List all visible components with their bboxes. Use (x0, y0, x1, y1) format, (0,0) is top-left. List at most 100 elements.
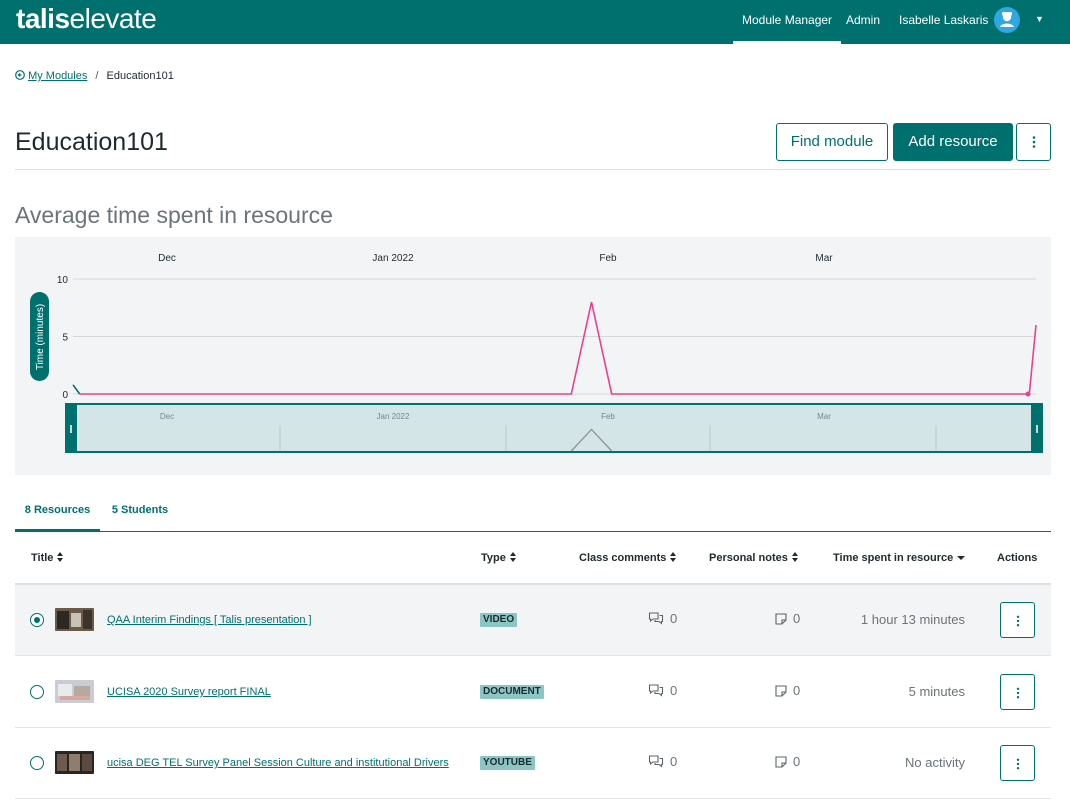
table-row[interactable]: QAA Interim Findings [ Talis presentatio… (15, 585, 1051, 656)
note-icon (775, 756, 787, 768)
sort-icon (509, 552, 516, 562)
sort-icon (670, 552, 677, 562)
y-axis-label: Time (minutes) (35, 304, 46, 370)
tab-resources[interactable]: 8 Resources (15, 497, 100, 532)
back-arrow-icon (15, 70, 25, 80)
resource-thumbnail (55, 608, 94, 631)
class-comments-value: 0 (670, 611, 678, 626)
resource-type-badge: VIDEO (480, 613, 518, 627)
nav-module-manager[interactable]: Module Manager (742, 12, 832, 28)
vertical-dots-icon (1016, 615, 1020, 627)
x-tick-label: Mar (815, 253, 833, 264)
personal-notes-count: 0 (775, 683, 800, 699)
column-header-type-label: Type (481, 552, 506, 564)
x-tick-label: Feb (599, 253, 617, 264)
more-options-button[interactable] (1016, 123, 1051, 161)
find-module-button[interactable]: Find module (776, 123, 888, 161)
column-header-time-spent[interactable]: Time spent in resource (833, 551, 966, 565)
navigator-tick-label: Feb (601, 412, 615, 421)
class-comments-value: 0 (670, 683, 678, 698)
chart-panel: 10 5 0 Dec Jan 2022 Feb Mar Time (minutes) Dec Ja… (15, 237, 1051, 475)
resource-title-link[interactable]: ucisa DEG TEL Survey Panel Session Cultu… (107, 756, 449, 770)
breadcrumb: My Modules / Education101 (15, 70, 174, 83)
sort-icon (791, 552, 798, 562)
resource-title-link[interactable]: UCISA 2020 Survey report FINAL (107, 685, 271, 699)
nav-user-name[interactable]: Isabelle Laskaris (899, 12, 988, 28)
resource-type-badge: DOCUMENT (480, 685, 544, 699)
y-tick-label: 10 (57, 275, 69, 286)
nav-active-indicator (733, 41, 841, 44)
resource-type-badge: YOUTUBE (480, 756, 535, 770)
resource-thumbnail (55, 751, 94, 774)
personal-notes-count: 0 (775, 611, 800, 627)
time-spent-value: No activity (905, 755, 965, 770)
personal-notes-count: 0 (775, 754, 800, 770)
y-tick-label: 0 (62, 390, 68, 401)
comments-icon (648, 755, 664, 768)
user-menu-caret-icon[interactable]: ▼ (1035, 14, 1044, 24)
time-spent-chart: 10 5 0 Dec Jan 2022 Feb Mar Time (minutes) Dec Ja… (30, 253, 1043, 453)
sort-descending-icon (957, 556, 966, 560)
breadcrumb-my-modules-link[interactable]: My Modules (28, 70, 87, 82)
row-actions-button[interactable] (1000, 602, 1035, 638)
logo-sub-text: elevate (69, 3, 157, 34)
x-tick-label: Jan 2022 (372, 253, 414, 264)
chart-title: Average time spent in resource (15, 202, 333, 228)
table-row[interactable]: UCISA 2020 Survey report FINAL DOCUMENT … (15, 657, 1051, 728)
top-navigation-bar: taliselevate Module Manager Admin Isabel… (0, 0, 1070, 44)
comments-icon (648, 684, 664, 697)
row-select-radio[interactable] (30, 756, 44, 770)
vertical-dots-icon (1016, 758, 1020, 770)
class-comments-value: 0 (670, 754, 678, 769)
class-comments-count: 0 (648, 683, 677, 699)
time-spent-value: 1 hour 13 minutes (860, 612, 965, 627)
class-comments-count: 0 (648, 754, 677, 770)
table-row[interactable]: ucisa DEG TEL Survey Panel Session Cultu… (15, 728, 1051, 799)
data-point (1025, 391, 1031, 397)
resource-thumbnail (55, 680, 94, 703)
table-header: Title Type Class comments Personal notes… (15, 533, 1051, 585)
note-icon (775, 613, 787, 625)
breadcrumb-separator: / (95, 70, 99, 82)
note-icon (775, 685, 787, 697)
navigator-tick-label: Mar (817, 412, 831, 421)
resource-title-link[interactable]: QAA Interim Findings [ Talis presentatio… (107, 613, 312, 627)
column-header-personal-notes-label: Personal notes (709, 552, 788, 564)
breadcrumb-current: Education101 (106, 70, 174, 82)
series-line (72, 384, 81, 395)
user-avatar-icon[interactable] (994, 7, 1020, 33)
time-spent-value: 5 minutes (908, 684, 965, 699)
row-actions-button[interactable] (1000, 674, 1035, 710)
vertical-dots-icon (1016, 687, 1020, 699)
column-header-actions: Actions (997, 552, 1038, 564)
vertical-dots-icon (1032, 136, 1035, 148)
navigator-tick-label: Jan 2022 (377, 412, 410, 421)
personal-notes-value: 0 (793, 754, 801, 769)
navigator-tick-label: Dec (160, 412, 174, 421)
column-header-title[interactable]: Title (31, 551, 64, 565)
navigator-window (65, 403, 1043, 453)
comments-icon (648, 612, 664, 625)
column-header-type[interactable]: Type (481, 551, 516, 565)
row-select-radio[interactable] (30, 613, 44, 627)
talis-elevate-logo[interactable]: taliselevate (16, 3, 157, 34)
x-tick-label: Dec (158, 253, 176, 264)
row-actions-button[interactable] (1000, 745, 1035, 781)
add-resource-button[interactable]: Add resource (893, 123, 1013, 161)
column-header-title-label: Title (31, 552, 54, 564)
class-comments-count: 0 (648, 611, 677, 627)
y-tick-label: 5 (62, 333, 68, 344)
column-header-class-comments-label: Class comments (579, 552, 667, 564)
tab-students[interactable]: 5 Students (108, 497, 172, 532)
column-header-personal-notes[interactable]: Personal notes (709, 551, 798, 565)
title-divider (15, 169, 1051, 170)
page-title: Education101 (15, 128, 168, 156)
row-select-radio[interactable] (30, 685, 44, 699)
personal-notes-value: 0 (793, 683, 801, 698)
logo-main-text: talis (16, 3, 70, 34)
nav-admin[interactable]: Admin (846, 12, 880, 28)
series-line (79, 301, 1037, 395)
column-header-class-comments[interactable]: Class comments (579, 551, 677, 565)
sort-icon (57, 552, 64, 562)
personal-notes-value: 0 (793, 611, 801, 626)
